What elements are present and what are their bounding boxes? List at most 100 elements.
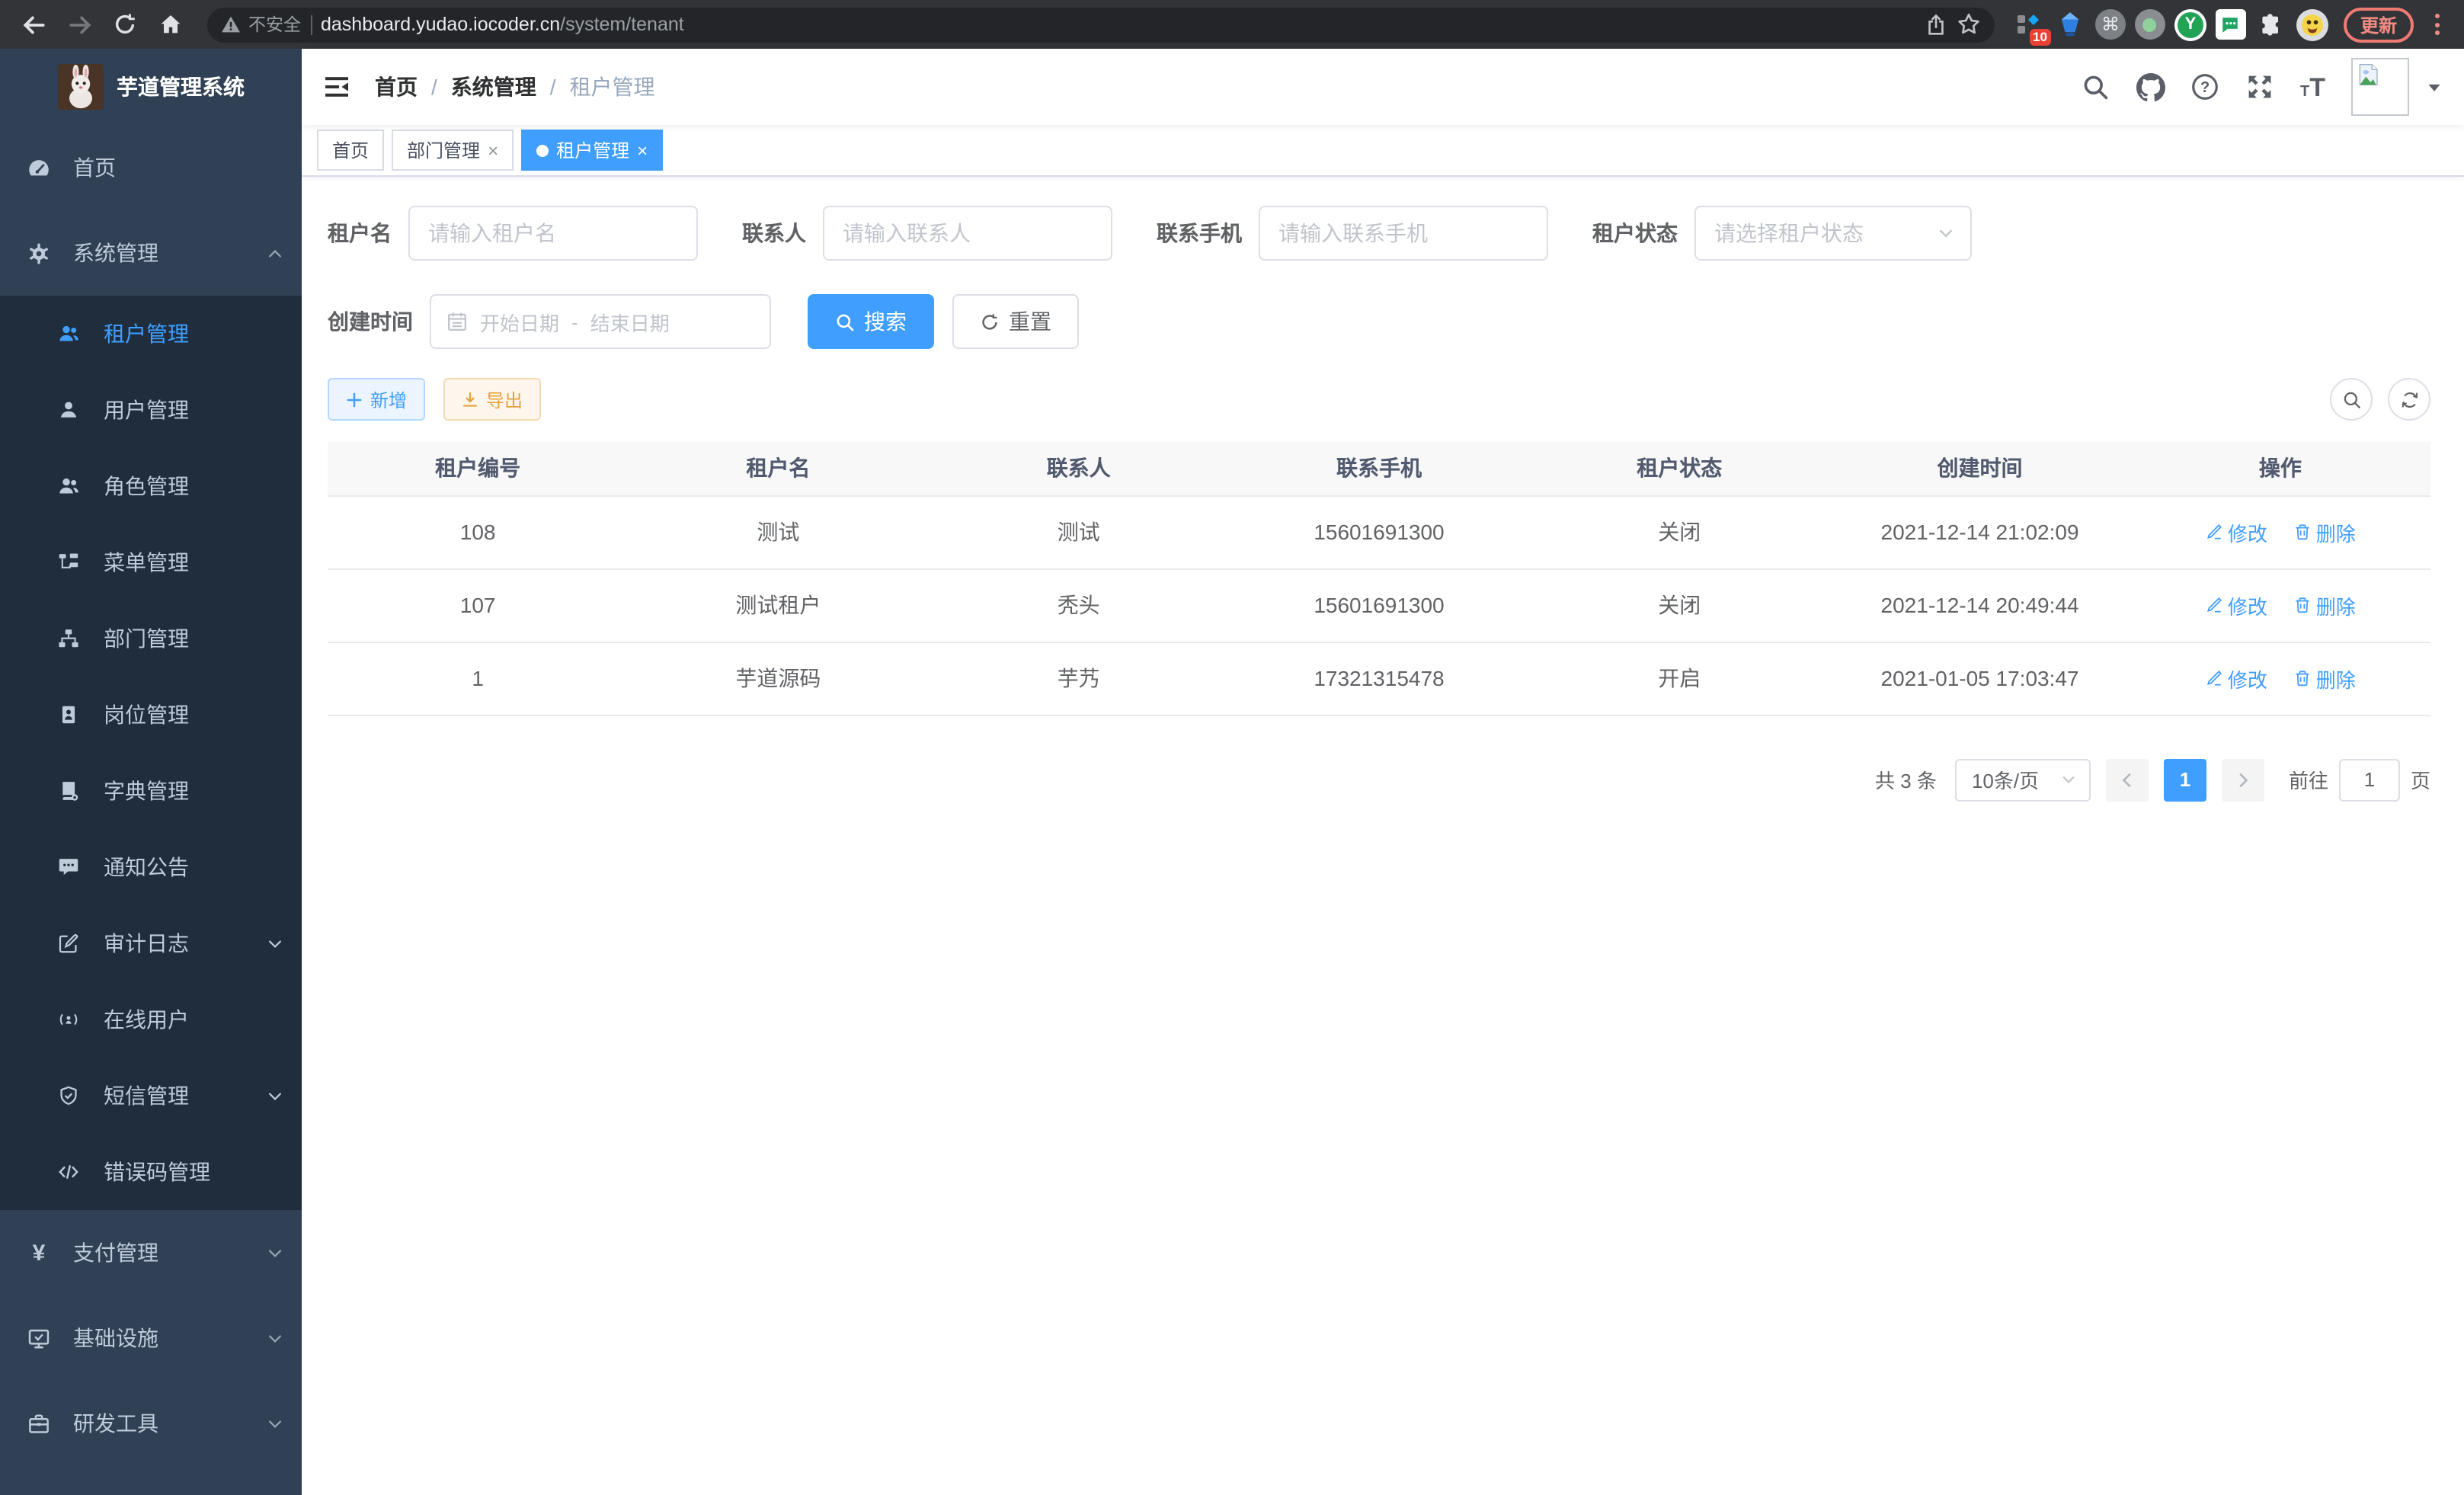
edit-link[interactable]: 修改 <box>2205 591 2267 619</box>
fullscreen-icon[interactable] <box>2245 72 2274 101</box>
extensions-puzzle-icon[interactable] <box>2255 8 2287 40</box>
avatar-caret-icon[interactable] <box>2426 78 2443 95</box>
bookmark-star-icon[interactable] <box>1957 12 1981 37</box>
app-logo[interactable]: 芋道管理系统 <box>0 49 302 125</box>
extension-command-icon[interactable]: ⌘ <box>2095 9 2126 40</box>
extension-grid-icon[interactable]: 10 <box>2013 8 2045 40</box>
help-icon[interactable]: ? <box>2190 72 2219 101</box>
header-search-icon[interactable] <box>2081 72 2110 101</box>
extension-dot-icon[interactable] <box>2135 9 2165 40</box>
extension-gem-icon[interactable] <box>2054 8 2086 40</box>
org-chart-icon <box>58 628 79 649</box>
table-row: 1 芋道源码 芋艿 17321315478 开启 2021-01-05 17:0… <box>328 642 2430 715</box>
sidebar-item-label: 通知公告 <box>104 852 283 882</box>
breadcrumb-home[interactable]: 首页 <box>375 72 418 102</box>
sidebar-item-audit-log[interactable]: 审计日志 <box>0 905 302 981</box>
tab-home[interactable]: 首页 <box>317 130 384 171</box>
site-security[interactable]: 不安全 <box>221 12 301 37</box>
date-range-picker[interactable]: 开始日期 - 结束日期 <box>430 294 771 349</box>
user-avatar[interactable] <box>2351 58 2409 116</box>
page-size-select[interactable]: 10条/页 <box>1955 758 2091 801</box>
search-button-label: 搜索 <box>864 306 907 337</box>
tab-tenant[interactable]: 租户管理 × <box>521 130 663 171</box>
browser-reload-icon[interactable] <box>107 6 143 43</box>
reset-button[interactable]: 重置 <box>952 294 1079 349</box>
screen: 不安全 dashboard.yudao.iocoder.cn/system/te… <box>0 0 2464 1495</box>
add-button[interactable]: 新增 <box>328 378 425 421</box>
profile-avatar-icon[interactable] <box>2296 8 2328 40</box>
sidebar-item-label: 字典管理 <box>104 776 283 806</box>
calendar-icon <box>446 311 468 332</box>
close-icon[interactable]: × <box>488 139 498 161</box>
tab-label: 租户管理 <box>556 137 629 163</box>
delete-label: 删除 <box>2316 664 2356 693</box>
delete-link[interactable]: 删除 <box>2293 591 2356 619</box>
sidebar-item-sms[interactable]: 短信管理 <box>0 1058 302 1134</box>
delete-link[interactable]: 删除 <box>2293 664 2356 693</box>
sidebar-item-dev-tools[interactable]: 研发工具 <box>0 1381 302 1466</box>
browser-forward-icon[interactable] <box>61 6 98 43</box>
next-page-button[interactable] <box>2222 758 2264 801</box>
cell-status: 关闭 <box>1529 568 1829 642</box>
green-dot <box>2143 18 2157 31</box>
sidebar-item-error-codes[interactable]: 错误码管理 <box>0 1134 302 1210</box>
browser-toolbar: 不安全 dashboard.yudao.iocoder.cn/system/te… <box>0 0 2464 49</box>
sidebar-item-menus[interactable]: 菜单管理 <box>0 524 302 600</box>
font-size-icon[interactable]: TT <box>2300 74 2325 100</box>
chevron-right-icon <box>2234 770 2252 789</box>
sidebar-item-users[interactable]: 用户管理 <box>0 372 302 448</box>
url-bar[interactable]: 不安全 dashboard.yudao.iocoder.cn/system/te… <box>207 7 1995 42</box>
prev-page-button[interactable] <box>2106 758 2149 801</box>
cell-contact: 秃头 <box>929 568 1229 642</box>
sidebar-item-roles[interactable]: 角色管理 <box>0 448 302 524</box>
tenants-icon <box>58 323 79 344</box>
field-label: 联系手机 <box>1157 218 1242 248</box>
add-button-label: 新增 <box>370 386 407 412</box>
phone-input[interactable] <box>1259 206 1548 261</box>
sidebar-item-payment[interactable]: ¥ 支付管理 <box>0 1210 302 1295</box>
search-button[interactable]: 搜索 <box>808 294 934 349</box>
sidebar-collapse-icon[interactable] <box>323 73 350 101</box>
browser-update-button[interactable]: 更新 <box>2344 7 2414 42</box>
extension-y-icon[interactable]: Y <box>2174 8 2206 40</box>
contact-input[interactable] <box>823 206 1112 261</box>
browser-home-icon[interactable] <box>152 6 189 43</box>
trash-icon <box>2293 596 2312 614</box>
tenant-name-input[interactable] <box>408 206 698 261</box>
delete-link[interactable]: 删除 <box>2293 517 2356 546</box>
reset-button-label: 重置 <box>1009 306 1051 337</box>
close-icon[interactable]: × <box>637 139 648 161</box>
sidebar-item-posts[interactable]: 岗位管理 <box>0 677 302 753</box>
sidebar-item-online-users[interactable]: 在线用户 <box>0 981 302 1058</box>
status-select[interactable]: 请选择租户状态 <box>1694 206 1972 261</box>
sidebar-item-tenant[interactable]: 租户管理 <box>0 296 302 372</box>
cell-tenant-name: 芋道源码 <box>628 642 928 715</box>
sidebar-item-dictionary[interactable]: 字典管理 <box>0 753 302 829</box>
refresh-table-button[interactable] <box>2388 378 2430 421</box>
share-icon[interactable] <box>1925 13 1947 36</box>
extension-chat-icon[interactable] <box>2216 9 2246 40</box>
page-number-1[interactable]: 1 <box>2164 758 2206 801</box>
gear-icon <box>27 242 50 264</box>
toggle-search-button[interactable] <box>2330 378 2373 421</box>
sidebar-item-departments[interactable]: 部门管理 <box>0 600 302 677</box>
edit-link[interactable]: 修改 <box>2205 664 2267 693</box>
start-date-placeholder: 开始日期 <box>480 307 559 336</box>
browser-menu-icon[interactable] <box>2423 14 2449 35</box>
edit-link[interactable]: 修改 <box>2205 517 2267 546</box>
col-actions: 操作 <box>2130 442 2430 495</box>
sidebar-item-infrastructure[interactable]: 基础设施 <box>0 1295 302 1381</box>
export-button[interactable]: 导出 <box>443 378 541 421</box>
sidebar-item-announcements[interactable]: 通知公告 <box>0 829 302 905</box>
breadcrumb-system[interactable]: 系统管理 <box>451 72 536 102</box>
browser-back-icon[interactable] <box>15 6 52 43</box>
sidebar-item-system[interactable]: 系统管理 <box>0 210 302 296</box>
chevron-down-icon <box>267 1415 283 1432</box>
tab-departments[interactable]: 部门管理 × <box>392 130 514 171</box>
chevron-up-icon <box>267 245 283 261</box>
select-placeholder: 请选择租户状态 <box>1714 218 1864 248</box>
goto-page-input[interactable] <box>2339 758 2400 801</box>
dictionary-icon <box>58 780 79 802</box>
github-icon[interactable] <box>2136 72 2165 101</box>
sidebar-item-home[interactable]: 首页 <box>0 125 302 210</box>
